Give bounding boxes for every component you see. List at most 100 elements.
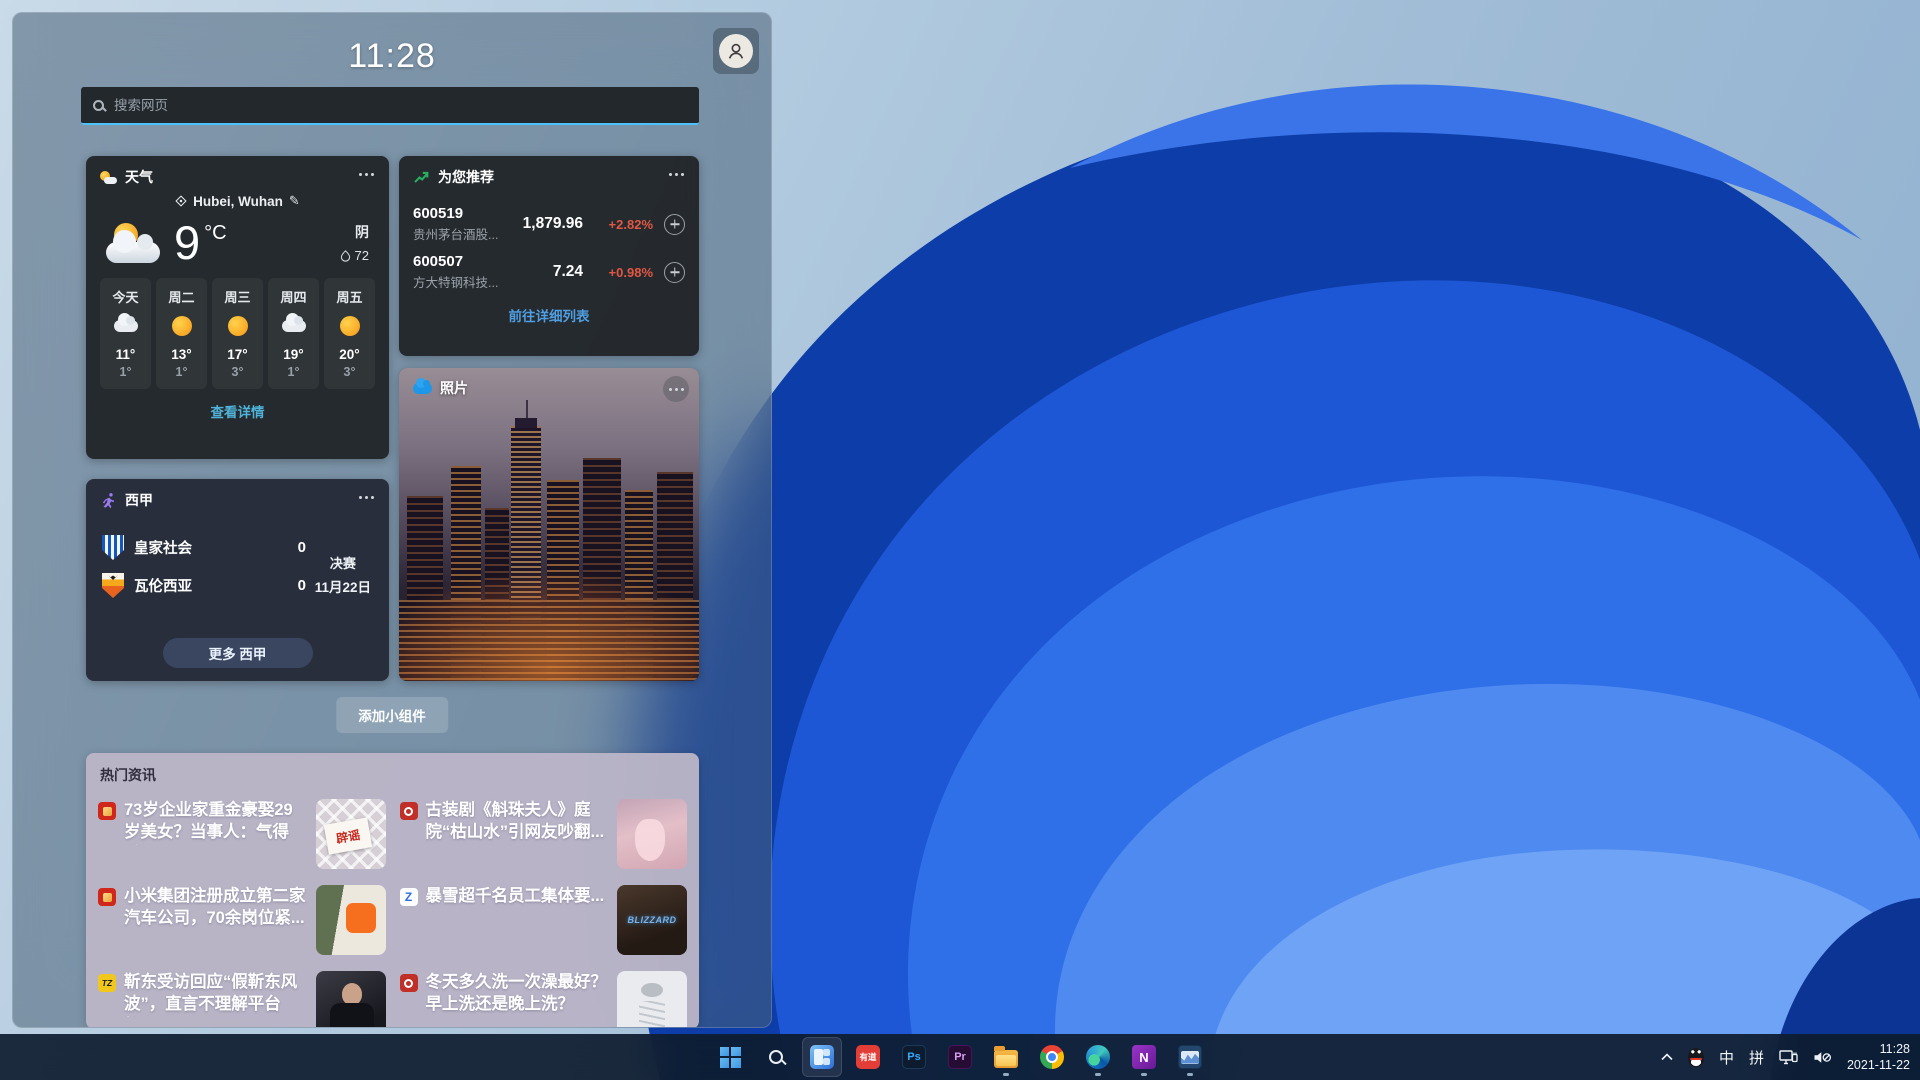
task-manager-button[interactable] — [1170, 1037, 1210, 1077]
youdao-icon: 有道 — [856, 1045, 880, 1069]
tray-time: 11:28 — [1847, 1041, 1910, 1057]
runner-icon — [100, 492, 117, 509]
sun-icon — [340, 316, 360, 336]
widgets-button[interactable] — [802, 1037, 842, 1077]
add-stock-button[interactable] — [664, 262, 685, 283]
edit-location-icon[interactable]: ✎ — [289, 193, 300, 209]
news-feed: 热门资讯 73岁企业家重金豪娶29岁美女？当事人：气得手... 辟谣 古装剧《斛… — [86, 753, 699, 1028]
forecast-day[interactable]: 周二 13° 1° — [156, 278, 207, 389]
stock-price: 1,879.96 — [523, 215, 583, 233]
news-thumbnail — [617, 971, 687, 1028]
team-score: 0 — [298, 577, 306, 594]
task-manager-icon — [1178, 1045, 1202, 1069]
file-explorer-button[interactable] — [986, 1037, 1026, 1077]
stocks-title: 为您推荐 — [438, 167, 494, 187]
news-source-icon: Z — [400, 888, 418, 906]
start-button[interactable] — [710, 1037, 750, 1077]
ime-language-indicator[interactable]: 中 — [1719, 1047, 1734, 1068]
news-thumbnail: BLIZZARD — [617, 885, 687, 955]
add-stock-button[interactable] — [664, 214, 685, 235]
weather-location: Hubei, Wuhan — [193, 194, 283, 209]
weather-location-row[interactable]: Hubei, Wuhan ✎ — [86, 193, 389, 209]
stocks-more-button[interactable] — [666, 168, 687, 181]
web-search-bar[interactable] — [81, 87, 699, 125]
taskbar: 有道 Ps Pr N 中 拼 11:28 2021-11-22 — [0, 1034, 1920, 1080]
add-widgets-button[interactable]: 添加小组件 — [336, 697, 448, 733]
real-sociedad-crest-icon — [102, 535, 124, 560]
edge-icon — [1086, 1045, 1110, 1069]
photoshop-app-button[interactable]: Ps — [894, 1037, 934, 1077]
running-indicator — [1095, 1073, 1101, 1076]
news-thumbnail — [316, 971, 386, 1028]
photos-widget[interactable]: 照片 — [399, 368, 699, 681]
sports-more-button[interactable] — [356, 491, 377, 504]
account-button[interactable] — [713, 28, 759, 74]
match-team-row[interactable]: 皇家社会 0 — [102, 535, 306, 560]
news-title: 暴雪超千名员工集体要... — [426, 885, 610, 931]
news-item[interactable]: 古装剧《斛珠夫人》庭院“枯山水”引网友吵翻... — [396, 795, 692, 873]
forecast-day[interactable]: 今天 11° 1° — [100, 278, 151, 389]
weather-more-button[interactable] — [356, 168, 377, 181]
onenote-app-button[interactable]: N — [1124, 1037, 1164, 1077]
news-title: 冬天多久洗一次澡最好？早上洗还是晚上洗？ — [426, 971, 610, 1017]
network-icon[interactable] — [1779, 1050, 1798, 1065]
news-title: 小米集团注册成立第二家汽车公司，70余岗位紧... — [124, 885, 308, 931]
temp-unit: °C — [204, 222, 226, 245]
tray-clock[interactable]: 11:28 2021-11-22 — [1847, 1041, 1910, 1073]
photos-more-button[interactable] — [663, 376, 689, 402]
match-team-row[interactable]: 瓦伦西亚 0 — [102, 573, 306, 598]
forecast-strip: 今天 11° 1° 周二 13° 1° 周三 17° 3° 周四 19° — [100, 278, 375, 389]
news-item[interactable]: 小米集团注册成立第二家汽车公司，70余岗位紧... — [94, 881, 390, 959]
taskbar-search-button[interactable] — [756, 1037, 796, 1077]
stock-name: 方大特钢科技... — [413, 272, 521, 291]
team-name: 皇家社会 — [134, 537, 192, 558]
cloud-icon — [114, 320, 138, 332]
news-item[interactable]: Z 暴雪超千名员工集体要... BLIZZARD — [396, 881, 692, 959]
stock-row[interactable]: 600519 贵州茅台酒股... 1,879.96 +2.82% — [413, 205, 685, 243]
forecast-day[interactable]: 周四 19° 1° — [268, 278, 319, 389]
news-title: 73岁企业家重金豪娶29岁美女？当事人：气得手... — [124, 799, 308, 845]
forecast-day[interactable]: 周五 20° 3° — [324, 278, 375, 389]
more-laliga-button[interactable]: 更多 西甲 — [163, 638, 313, 668]
widgets-icon — [810, 1045, 834, 1069]
news-source-icon: TZ — [98, 974, 116, 992]
onedrive-cloud-icon — [413, 383, 432, 394]
news-title: 古装剧《斛珠夫人》庭院“枯山水”引网友吵翻... — [426, 799, 610, 845]
edge-app-button[interactable] — [1078, 1037, 1118, 1077]
chrome-app-button[interactable] — [1032, 1037, 1072, 1077]
qq-tray-icon[interactable] — [1688, 1048, 1704, 1067]
photoshop-icon: Ps — [902, 1045, 926, 1069]
news-item[interactable]: TZ 靳东受访回应“假靳东风波”，直言不理解平台机... — [94, 967, 390, 1028]
volume-muted-icon[interactable] — [1813, 1050, 1832, 1065]
stock-row[interactable]: 600507 方大特钢科技... 7.24 +0.98% — [413, 253, 685, 291]
weather-title: 天气 — [125, 167, 153, 187]
tray-chevron-up-icon[interactable] — [1661, 1053, 1673, 1061]
news-source-icon — [98, 802, 116, 820]
youdao-app-button[interactable]: 有道 — [848, 1037, 888, 1077]
forecast-day[interactable]: 周三 17° 3° — [212, 278, 263, 389]
news-thumbnail — [617, 799, 687, 869]
news-item[interactable]: 73岁企业家重金豪娶29岁美女？当事人：气得手... 辟谣 — [94, 795, 390, 873]
ime-mode-indicator[interactable]: 拼 — [1749, 1047, 1764, 1068]
weather-details-link[interactable]: 查看详情 — [86, 401, 389, 421]
stocks-detail-link[interactable]: 前往详细列表 — [399, 305, 699, 325]
avatar — [719, 34, 753, 68]
person-icon — [725, 40, 747, 62]
premiere-icon: Pr — [948, 1045, 972, 1069]
news-thumbnail: 辟谣 — [316, 799, 386, 869]
stock-code: 600519 — [413, 205, 521, 222]
weather-sun-cloud-icon — [100, 171, 117, 184]
team-name: 瓦伦西亚 — [134, 575, 192, 596]
search-input[interactable] — [114, 98, 687, 113]
news-source-icon — [98, 888, 116, 906]
news-source-icon — [400, 802, 418, 820]
onenote-icon: N — [1132, 1045, 1156, 1069]
stock-change: +0.98% — [591, 265, 653, 280]
news-header: 热门资讯 — [86, 753, 699, 789]
city-lights-glow — [399, 368, 699, 681]
panel-clock: 11:28 — [13, 37, 771, 76]
premiere-app-button[interactable]: Pr — [940, 1037, 980, 1077]
current-temp: 9 — [174, 219, 200, 266]
news-title: 靳东受访回应“假靳东风波”，直言不理解平台机... — [124, 971, 308, 1017]
news-item[interactable]: 冬天多久洗一次澡最好？早上洗还是晚上洗？ — [396, 967, 692, 1028]
